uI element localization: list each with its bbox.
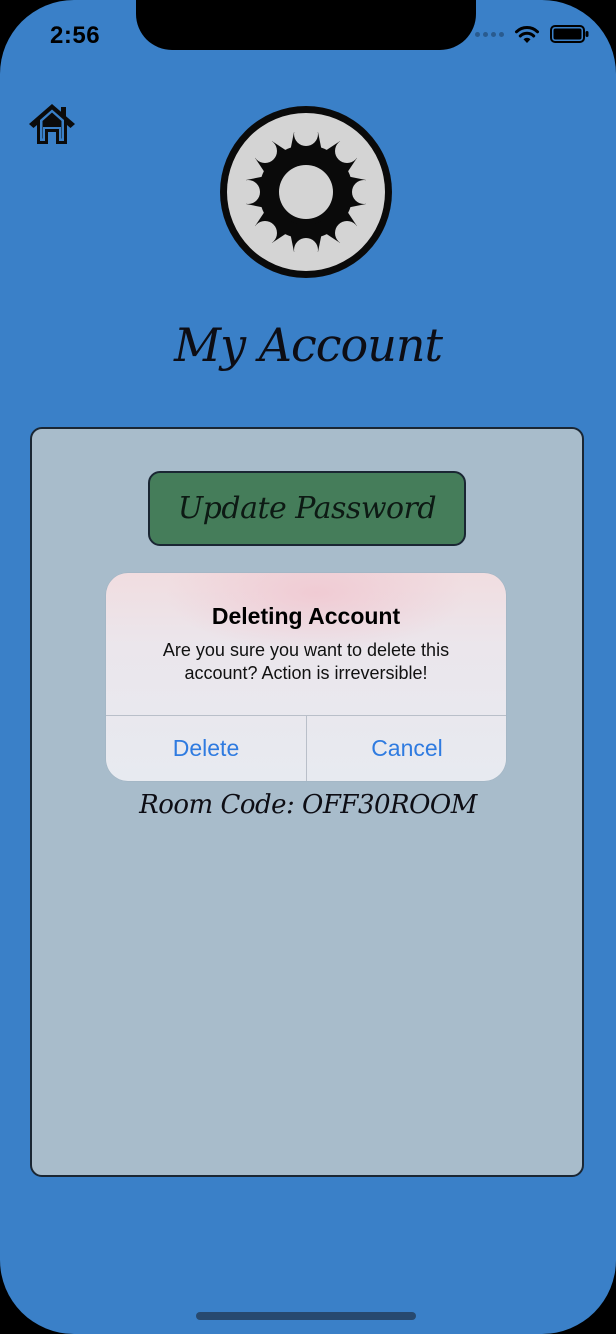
status-time: 2:56: [50, 22, 101, 49]
app-screen: 2:56 My Account Update Password Room Cod…: [0, 0, 616, 1334]
home-indicator[interactable]: [196, 1312, 416, 1320]
device-frame: 2:56 My Account Update Password Room Cod…: [0, 0, 616, 1334]
alert-title: Deleting Account: [211, 603, 401, 629]
device-notch: [136, 0, 476, 50]
cancel-button[interactable]: Cancel: [307, 716, 506, 781]
status-icons: [475, 24, 590, 44]
delete-account-alert: Deleting Account Are you sure you want t…: [106, 573, 506, 781]
alert-message: Are you sure you want to delete this acc…: [162, 640, 450, 683]
signal-dots-icon: [475, 31, 504, 37]
delete-button[interactable]: Delete: [106, 716, 306, 781]
room-code-label: Room Code: OFF30ROOM: [139, 790, 477, 820]
home-icon[interactable]: [26, 100, 78, 148]
gear-icon: [216, 102, 396, 282]
page-title: My Account: [174, 318, 443, 372]
wifi-icon: [515, 26, 539, 43]
battery-icon: [550, 25, 589, 43]
update-password-button[interactable]: Update Password: [148, 471, 466, 546]
